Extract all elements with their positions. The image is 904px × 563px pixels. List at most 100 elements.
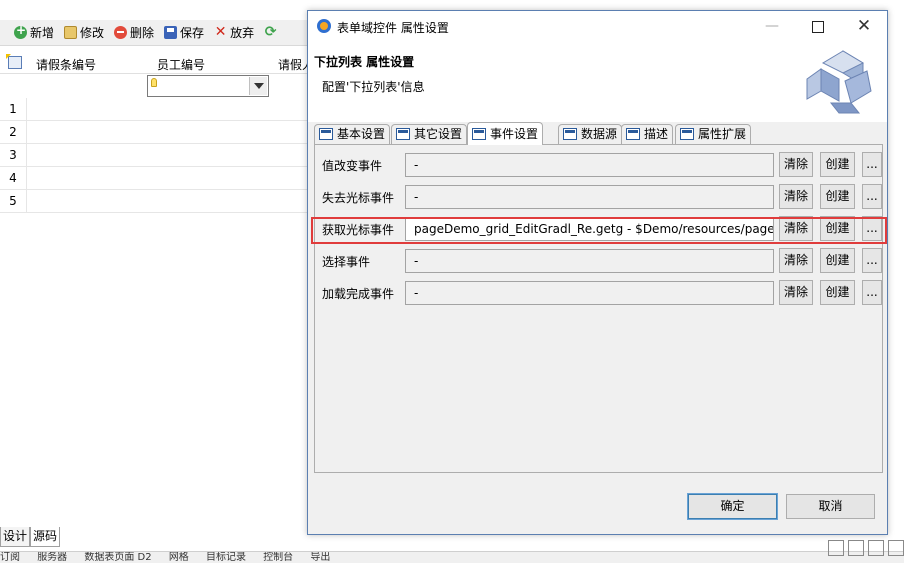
tab-source[interactable]: 源码	[30, 527, 61, 547]
add-icon	[14, 23, 27, 39]
event-label: 失去光标事件	[322, 191, 395, 205]
discard-button[interactable]: ✕ 放弃	[214, 24, 254, 41]
event-handler-field[interactable]: pageDemo_grid_EditGradl_Re.getg - $Demo/…	[405, 217, 774, 241]
event-handler-field[interactable]: -	[405, 249, 774, 273]
add-button[interactable]: 新增	[14, 23, 55, 41]
tab-icon	[472, 128, 486, 140]
row-number: 1	[0, 98, 27, 120]
more-button[interactable]: ...	[862, 184, 882, 209]
status-item[interactable]: 服务器	[37, 552, 67, 563]
main-toolbar: 新增 修改 删除 保存 ✕放弃 ⟳	[0, 20, 310, 46]
tab-label: 数据源	[581, 127, 618, 141]
clear-button[interactable]: 清除	[779, 184, 813, 209]
dialog-titlebar[interactable]: 表单域控件 属性设置 — ✕	[308, 11, 887, 42]
row-number: 5	[0, 190, 27, 212]
events-panel: 值改变事件 - 清除 创建 ... 失去光标事件 - 清除 创建 ... 获取光…	[314, 144, 883, 473]
delete-icon	[114, 26, 128, 39]
tab-events[interactable]: 事件设置	[467, 122, 544, 145]
clear-button[interactable]: 清除	[779, 248, 813, 273]
bulb-icon	[151, 78, 157, 87]
event-row-loaded: 加载完成事件 - 清除 创建 ...	[322, 280, 885, 306]
filter-combo[interactable]	[147, 75, 269, 97]
editor-mode-tabs: 设计 源码	[0, 527, 61, 547]
table-row[interactable]: 1	[0, 98, 310, 121]
table-row[interactable]: 3	[0, 144, 310, 167]
save-button[interactable]: 保存	[164, 24, 204, 41]
more-button[interactable]: ...	[862, 152, 882, 177]
tab-datasource[interactable]: 数据源	[558, 124, 623, 144]
edit-button[interactable]: 修改	[64, 24, 104, 41]
table-row[interactable]: 2	[0, 121, 310, 144]
save-label: 保存	[180, 26, 205, 40]
save-icon	[164, 26, 178, 39]
tab-icon	[626, 128, 640, 140]
tab-icon	[319, 128, 333, 140]
status-item[interactable]: 订阅	[0, 552, 20, 563]
discard-label: 放弃	[230, 26, 255, 40]
status-strip: 订阅 服务器 数据表页面 D2 网格 目标记录 控制台 导出	[0, 551, 904, 563]
tab-basic[interactable]: 基本设置	[314, 124, 391, 144]
event-handler-field[interactable]: -	[405, 153, 774, 177]
table-row[interactable]: 5	[0, 190, 310, 213]
clear-button[interactable]: 清除	[779, 216, 813, 241]
column-header[interactable]: 员工编号	[157, 56, 205, 73]
add-label: 新增	[30, 26, 55, 40]
clear-button[interactable]: 清除	[779, 152, 813, 177]
event-handler-field[interactable]: -	[405, 281, 774, 305]
app-icon	[317, 19, 331, 33]
cancel-button[interactable]: 取消	[786, 494, 875, 519]
edit-icon	[64, 26, 78, 39]
more-button[interactable]: ...	[862, 216, 882, 241]
status-item[interactable]: 目标记录	[206, 552, 246, 563]
refresh-button[interactable]: ⟳	[264, 24, 277, 40]
cube-logo-icon	[806, 50, 872, 114]
tab-label: 其它设置	[414, 127, 463, 141]
clear-button[interactable]: 清除	[779, 280, 813, 305]
table-row[interactable]: 4	[0, 167, 310, 190]
minimize-button[interactable]: —	[749, 11, 795, 42]
property-dialog: 表单域控件 属性设置 — ✕ 下拉列表 属性设置 配置'下拉列表'信息 基本设置…	[307, 10, 888, 535]
dialog-tabs: 基本设置 其它设置 事件设置 数据源 描述 属性扩展	[314, 122, 883, 145]
tab-other[interactable]: 其它设置	[391, 124, 468, 144]
delete-button[interactable]: 删除	[114, 24, 154, 41]
tab-description[interactable]: 描述	[621, 124, 674, 144]
tab-design[interactable]: 设计	[0, 527, 31, 547]
more-button[interactable]: ...	[862, 280, 882, 305]
dialog-header: 下拉列表 属性设置 配置'下拉列表'信息	[308, 42, 887, 122]
status-item[interactable]: 控制台	[263, 552, 293, 563]
event-label: 选择事件	[322, 255, 371, 269]
more-button[interactable]: ...	[862, 248, 882, 273]
discard-icon: ✕	[214, 24, 227, 40]
tab-label: 描述	[644, 127, 669, 141]
row-number: 3	[0, 144, 27, 166]
close-button[interactable]: ✕	[841, 11, 887, 42]
create-button[interactable]: 创建	[820, 216, 855, 241]
dialog-title: 表单域控件 属性设置	[337, 21, 449, 35]
column-header[interactable]: 请假条编号	[36, 56, 96, 73]
maximize-button[interactable]	[795, 11, 841, 42]
create-button[interactable]: 创建	[820, 152, 855, 177]
tab-icon	[563, 128, 577, 140]
header-title: 下拉列表 属性设置	[314, 55, 415, 69]
event-row-blur: 失去光标事件 - 清除 创建 ...	[322, 184, 885, 210]
ok-button[interactable]: 确定	[687, 493, 778, 520]
grid-corner-icon[interactable]	[4, 54, 24, 70]
status-item[interactable]: 导出	[310, 552, 330, 563]
create-button[interactable]: 创建	[820, 248, 855, 273]
header-subtitle: 配置'下拉列表'信息	[322, 80, 425, 94]
edit-label: 修改	[80, 26, 105, 40]
tab-label: 属性扩展	[698, 127, 747, 141]
create-button[interactable]: 创建	[820, 280, 855, 305]
tab-icon	[396, 128, 410, 140]
chevron-down-icon[interactable]	[249, 77, 267, 95]
event-label: 加载完成事件	[322, 287, 395, 301]
refresh-icon: ⟳	[264, 24, 277, 40]
create-button[interactable]: 创建	[820, 184, 855, 209]
status-item[interactable]: 数据表页面 D2	[84, 552, 151, 563]
tab-extension[interactable]: 属性扩展	[675, 124, 752, 144]
grid-header: 请假条编号 员工编号 请假人	[0, 52, 314, 74]
event-row-value-change: 值改变事件 - 清除 创建 ...	[322, 152, 885, 178]
event-handler-field[interactable]: -	[405, 185, 774, 209]
status-item[interactable]: 网格	[169, 552, 189, 563]
tab-label: 事件设置	[490, 127, 539, 141]
